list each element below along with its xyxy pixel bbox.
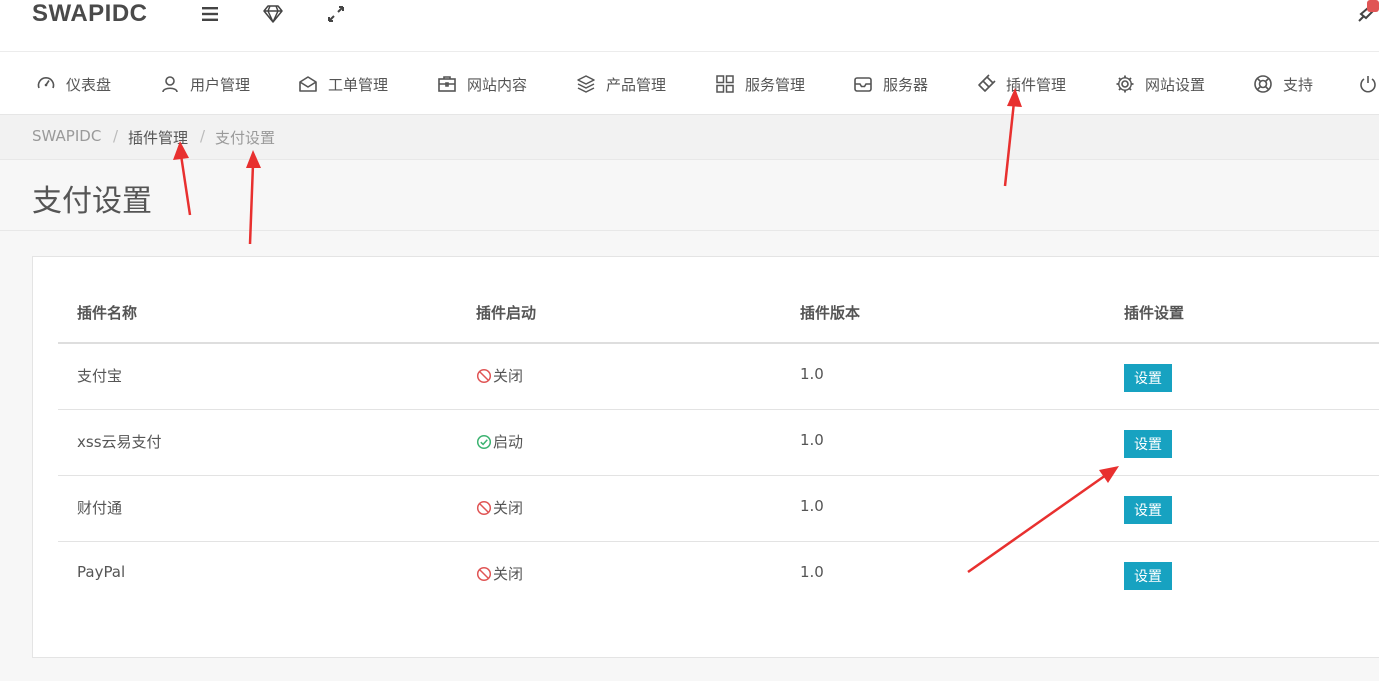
diamond-icon[interactable]: [261, 2, 285, 26]
top-bar: SWAPIDC: [0, 0, 1379, 52]
nav-item-servers[interactable]: 服务器: [853, 70, 928, 98]
envelope-icon: [299, 76, 317, 92]
ban-icon: [476, 368, 492, 383]
status-text: 关闭: [493, 565, 524, 583]
plugin-status: 启动: [476, 431, 523, 452]
nav-item-label: 工单管理: [328, 75, 389, 94]
plugin-version: 1.0: [800, 563, 824, 581]
plugin-name: PayPal: [77, 563, 126, 581]
nav-item-label: 支持: [1283, 75, 1314, 94]
page-title: 支付设置: [32, 184, 152, 219]
nav-item-label: 网站内容: [467, 75, 528, 94]
grid-icon: [716, 75, 734, 93]
status-text: 关闭: [493, 499, 524, 517]
dashboard-icon: [37, 77, 55, 89]
table-header: 插件名称 插件启动 插件版本 插件设置: [58, 282, 1379, 344]
gear-icon: [1116, 75, 1134, 93]
annotation-arrow: [248, 163, 255, 245]
lifebuoy-icon: [1254, 75, 1272, 93]
column-header-status: 插件启动: [476, 304, 537, 322]
nav-item-label: 仪表盘: [66, 75, 112, 94]
plugin-status: 关闭: [476, 563, 523, 584]
breadcrumb-current: 支付设置: [215, 129, 276, 147]
plugin-icon: [978, 74, 996, 92]
brand-logo[interactable]: SWAPIDC: [32, 0, 148, 28]
plugin-settings-button[interactable]: 设置: [1124, 496, 1172, 524]
plugin-settings-button[interactable]: 设置: [1124, 562, 1172, 590]
table-row: 财付通 关闭 1.0 设置: [58, 476, 1379, 542]
plugin-name: 支付宝: [77, 367, 123, 385]
nav-item-label: 产品管理: [606, 75, 667, 94]
nav-item-users[interactable]: 用户管理: [160, 70, 250, 98]
nav-item-products[interactable]: 产品管理: [576, 70, 666, 98]
table-row: xss云易支付 启动 1.0 设置: [58, 410, 1379, 476]
breadcrumb-section[interactable]: 插件管理: [128, 127, 188, 148]
nav-item-support[interactable]: 支持: [1253, 70, 1313, 98]
power-icon: [1360, 76, 1376, 93]
plugin-name: 财付通: [77, 499, 123, 517]
briefcase-icon: [438, 76, 456, 92]
annotation-arrow: [179, 154, 192, 216]
layers-icon: [577, 75, 595, 93]
breadcrumb: SWAPIDC / 插件管理 / 支付设置: [0, 115, 1379, 160]
expand-icon[interactable]: [324, 2, 348, 26]
inbox-icon: [854, 77, 872, 92]
nav-item-label: 网站设置: [1145, 75, 1206, 94]
plugin-version: 1.0: [800, 431, 824, 449]
plugin-version: 1.0: [800, 365, 824, 383]
plugin-version: 1.0: [800, 497, 824, 515]
user-icon: [162, 76, 178, 93]
nav-item-site-settings[interactable]: 网站设置: [1115, 70, 1205, 98]
table-row: PayPal 关闭 1.0 设置: [58, 542, 1379, 608]
plugin-settings-button[interactable]: 设置: [1124, 364, 1172, 392]
notification-icon[interactable]: [1358, 0, 1379, 24]
check-circle-icon: [476, 434, 492, 449]
plugin-name: xss云易支付: [77, 433, 162, 451]
nav-item-logout[interactable]: [1358, 70, 1379, 98]
nav-item-content[interactable]: 网站内容: [437, 70, 527, 98]
column-header-version: 插件版本: [800, 304, 861, 322]
main-navigation: 仪表盘 用户管理 工单管理 网站内容 产品管理 服务管理 服务器 插件管理 网站…: [0, 52, 1379, 115]
column-header-name: 插件名称: [77, 304, 138, 322]
nav-item-label: 服务器: [883, 75, 929, 94]
nav-item-label: 用户管理: [190, 75, 251, 94]
menu-icon[interactable]: [198, 2, 222, 26]
column-header-settings: 插件设置: [1124, 304, 1185, 322]
breadcrumb-separator: /: [113, 127, 119, 145]
ban-icon: [476, 566, 492, 581]
nav-item-label: 插件管理: [1006, 75, 1067, 94]
status-text: 启动: [493, 433, 524, 451]
nav-item-label: 服务管理: [745, 75, 806, 94]
nav-item-dashboard[interactable]: 仪表盘: [36, 70, 111, 98]
table-row: 支付宝 关闭 1.0 设置: [58, 344, 1379, 410]
breadcrumb-root[interactable]: SWAPIDC: [32, 127, 101, 145]
ban-icon: [476, 500, 492, 515]
status-text: 关闭: [493, 367, 524, 385]
breadcrumb-separator: /: [200, 127, 206, 145]
divider: [0, 230, 1379, 231]
plugin-status: 关闭: [476, 497, 523, 518]
nav-item-plugins[interactable]: 插件管理: [976, 70, 1066, 98]
nav-item-tickets[interactable]: 工单管理: [298, 70, 388, 98]
nav-item-services[interactable]: 服务管理: [715, 70, 805, 98]
plugin-settings-button[interactable]: 设置: [1124, 430, 1172, 458]
plugin-status: 关闭: [476, 365, 523, 386]
